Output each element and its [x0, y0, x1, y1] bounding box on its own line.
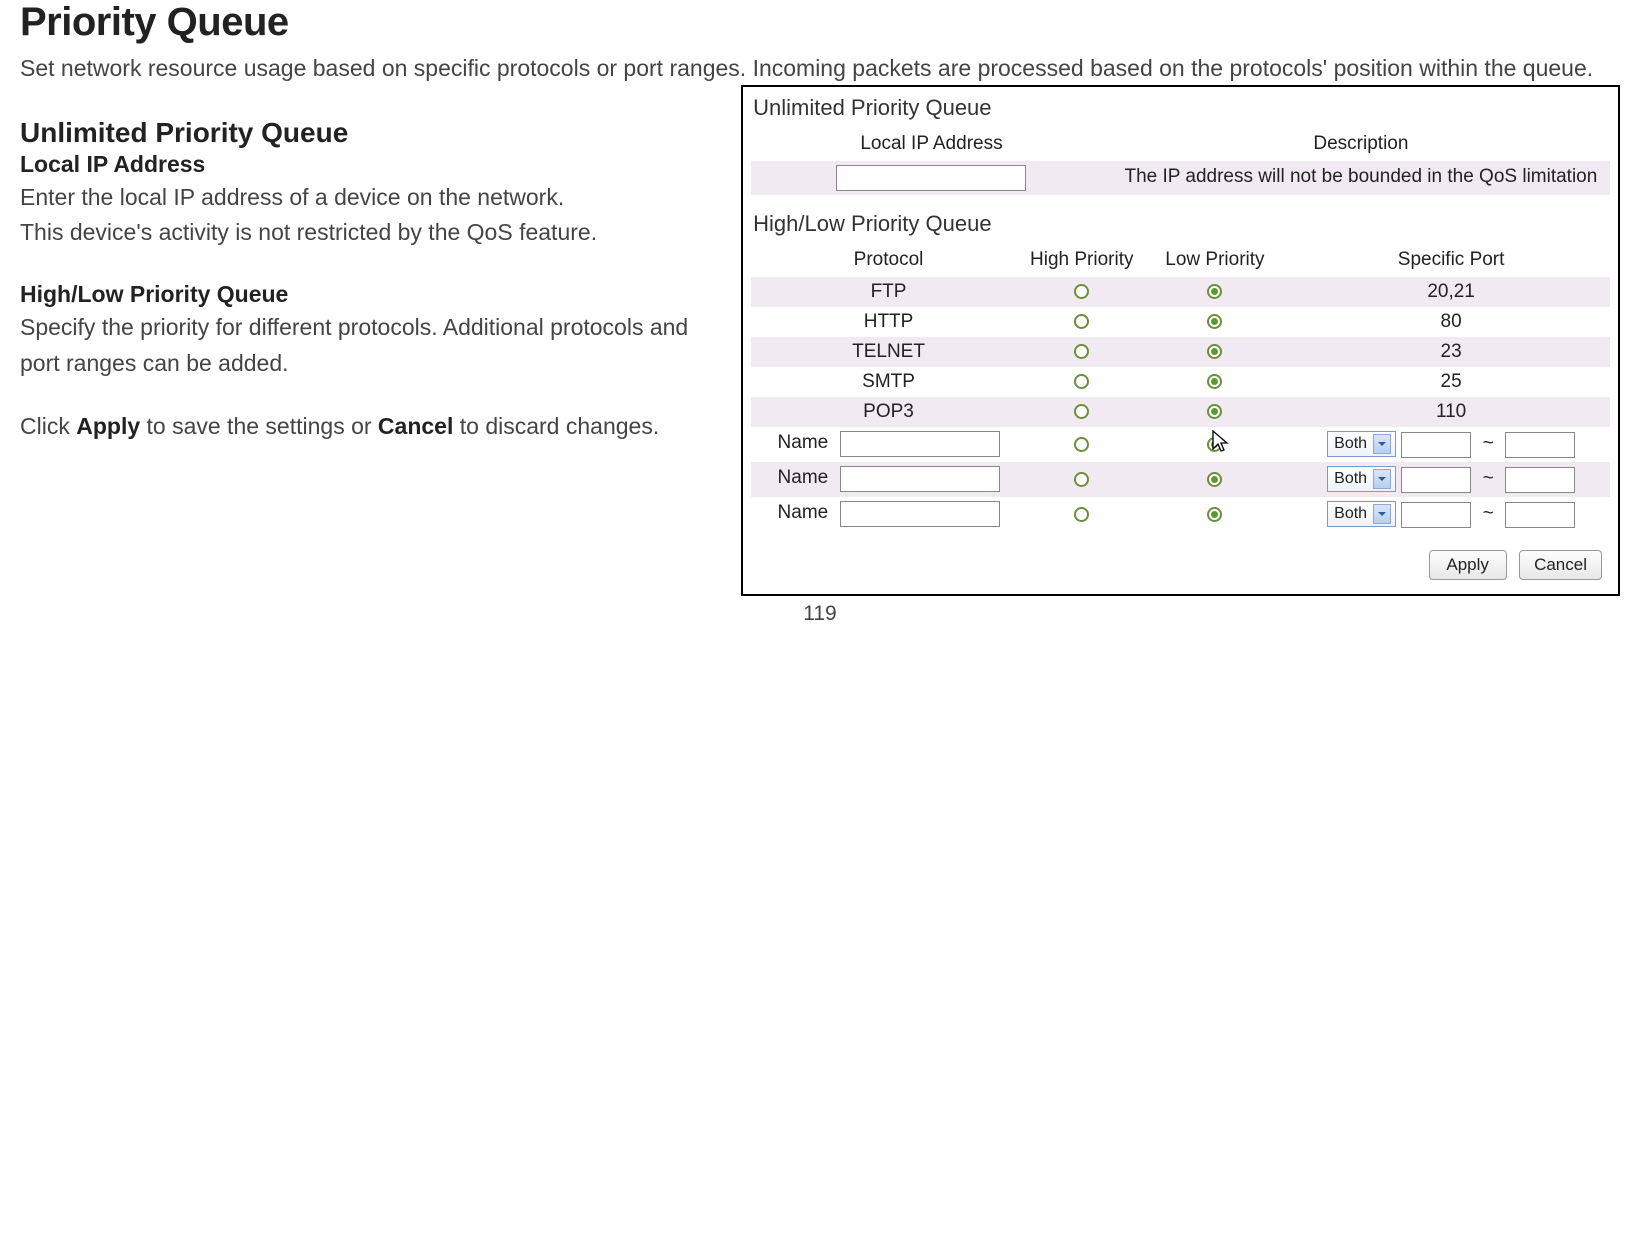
panel-heading-highlow: High/Low Priority Queue [751, 207, 1610, 243]
port-from-input[interactable] [1401, 467, 1471, 493]
highlow-table: Protocol High Priority Low Priority Spec… [751, 243, 1610, 532]
table-row: Name Both [751, 427, 1610, 462]
port-cell: 20,21 [1292, 277, 1610, 307]
port-cell: 23 [1292, 337, 1610, 367]
custom-name-label: Name [778, 432, 829, 453]
high-priority-radio[interactable] [1074, 314, 1089, 329]
cancel-word: Cancel [378, 413, 453, 439]
low-priority-radio[interactable] [1207, 437, 1222, 452]
protocol-cell: TELNET [751, 337, 1026, 367]
select-value: Both [1334, 470, 1367, 488]
table-row: Name Both ~ [751, 497, 1610, 532]
table-row: POP3 110 [751, 397, 1610, 427]
chevron-down-icon [1373, 504, 1391, 524]
port-to-input[interactable] [1505, 467, 1575, 493]
custom-name-label: Name [778, 467, 829, 488]
protocol-cell: SMTP [751, 367, 1026, 397]
custom-name-label: Name [778, 502, 829, 523]
col-header-protocol: Protocol [751, 243, 1026, 277]
cancel-button[interactable]: Cancel [1519, 550, 1602, 580]
intro-text: Set network resource usage based on spec… [20, 51, 1620, 87]
port-type-select[interactable]: Both [1327, 466, 1396, 492]
high-priority-radio[interactable] [1074, 284, 1089, 299]
col-header-low: Low Priority [1138, 243, 1293, 277]
highlow-heading: High/Low Priority Queue [20, 281, 721, 308]
col-header-high: High Priority [1026, 243, 1138, 277]
text-fragment: to save the settings or [140, 413, 378, 439]
protocol-cell: HTTP [751, 307, 1026, 337]
table-row: Name Both ~ [751, 462, 1610, 497]
apply-cancel-text: Click Apply to save the settings or Canc… [20, 409, 721, 445]
low-priority-radio[interactable] [1207, 374, 1222, 389]
page-number: 119 [0, 602, 1640, 626]
low-priority-radio[interactable] [1207, 284, 1222, 299]
description-column: Unlimited Priority Queue Local IP Addres… [20, 87, 721, 445]
port-cell: 110 [1292, 397, 1610, 427]
low-priority-radio[interactable] [1207, 507, 1222, 522]
panel-heading-unlimited: Unlimited Priority Queue [751, 91, 1610, 127]
select-value: Both [1334, 505, 1367, 523]
local-ip-text-2: This device's activity is not restricted… [20, 215, 721, 251]
custom-name-input[interactable] [840, 501, 1000, 527]
low-priority-radio[interactable] [1207, 472, 1222, 487]
port-from-input[interactable] [1401, 432, 1471, 458]
port-type-select[interactable]: Both [1327, 431, 1396, 457]
apply-word: Apply [76, 413, 140, 439]
custom-name-input[interactable] [840, 466, 1000, 492]
port-from-input[interactable] [1401, 502, 1471, 528]
protocol-cell: FTP [751, 277, 1026, 307]
high-priority-radio[interactable] [1074, 344, 1089, 359]
protocol-cell: POP3 [751, 397, 1026, 427]
custom-name-input[interactable] [840, 431, 1000, 457]
col-header-desc: Description [1112, 127, 1610, 161]
select-value: Both [1334, 435, 1367, 453]
apply-button[interactable]: Apply [1429, 550, 1507, 580]
chevron-down-icon [1373, 434, 1391, 454]
page-title: Priority Queue [20, 0, 1620, 45]
high-priority-radio[interactable] [1074, 472, 1089, 487]
unlimited-description: The IP address will not be bounded in th… [1112, 161, 1610, 195]
high-priority-radio[interactable] [1074, 404, 1089, 419]
col-header-port: Specific Port [1292, 243, 1610, 277]
table-row: FTP 20,21 [751, 277, 1610, 307]
local-ip-input[interactable] [836, 165, 1026, 191]
range-separator: ~ [1483, 503, 1494, 524]
text-fragment: to discard changes. [453, 413, 659, 439]
highlow-text: Specify the priority for different proto… [20, 310, 721, 381]
low-priority-radio[interactable] [1207, 404, 1222, 419]
col-header-ip: Local IP Address [751, 127, 1112, 161]
chevron-down-icon [1373, 469, 1391, 489]
unlimited-table: Local IP Address Description The IP addr… [751, 127, 1610, 195]
text-fragment: Click [20, 413, 76, 439]
table-row: HTTP 80 [751, 307, 1610, 337]
port-to-input[interactable] [1505, 502, 1575, 528]
local-ip-text-1: Enter the local IP address of a device o… [20, 180, 721, 216]
low-priority-radio[interactable] [1207, 314, 1222, 329]
high-priority-radio[interactable] [1074, 437, 1089, 452]
port-to-input[interactable] [1505, 432, 1575, 458]
range-separator: ~ [1483, 468, 1494, 489]
table-row: SMTP 25 [751, 367, 1610, 397]
port-cell: 80 [1292, 307, 1610, 337]
port-cell: 25 [1292, 367, 1610, 397]
local-ip-heading: Local IP Address [20, 151, 721, 178]
low-priority-radio[interactable] [1207, 344, 1222, 359]
table-row: TELNET 23 [751, 337, 1610, 367]
high-priority-radio[interactable] [1074, 507, 1089, 522]
range-separator: ~ [1483, 433, 1494, 454]
table-row: The IP address will not be bounded in th… [751, 161, 1610, 195]
settings-panel: Unlimited Priority Queue Local IP Addres… [741, 85, 1620, 596]
port-type-select[interactable]: Both [1327, 501, 1396, 527]
unlimited-section-title: Unlimited Priority Queue [20, 117, 721, 149]
high-priority-radio[interactable] [1074, 374, 1089, 389]
